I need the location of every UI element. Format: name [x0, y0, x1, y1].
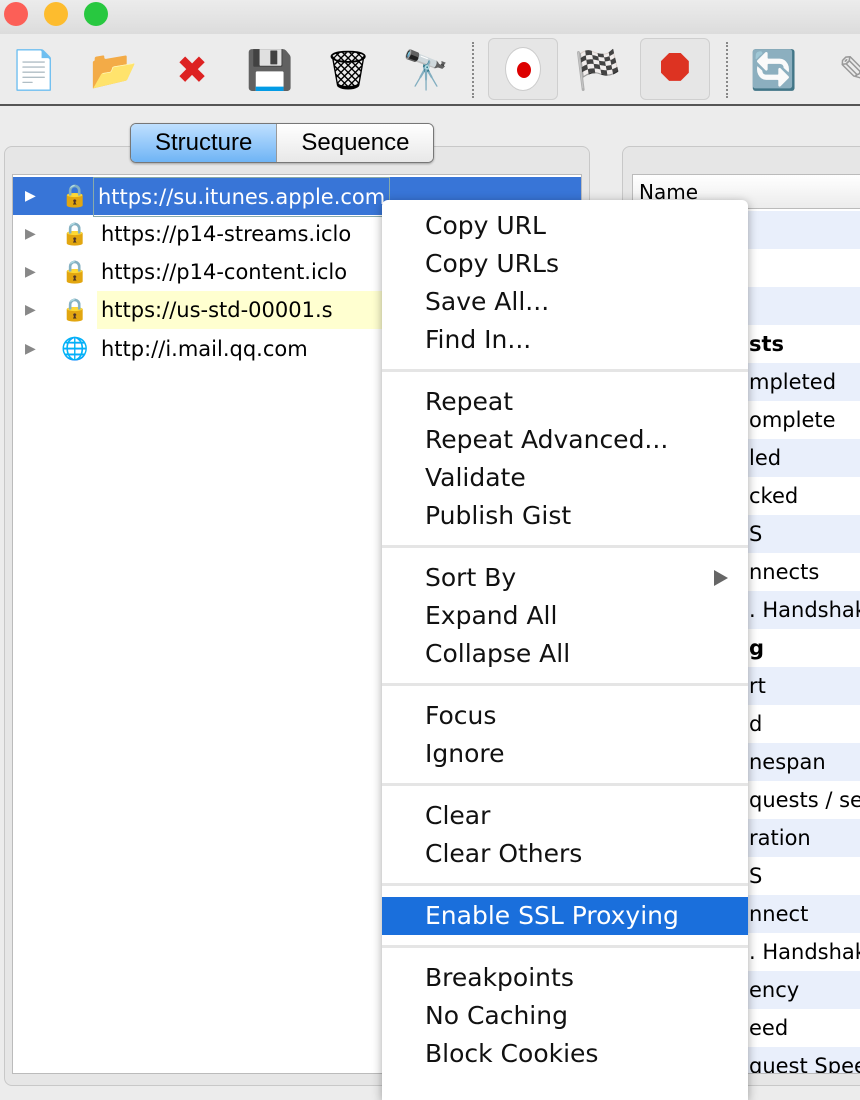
- menu-item-find-in[interactable]: Find In...: [382, 321, 748, 359]
- menu-separator: [382, 369, 748, 372]
- menu-separator: [382, 783, 748, 786]
- menu-item-clear[interactable]: Clear: [382, 797, 748, 835]
- toolbar-separator: [726, 42, 728, 98]
- menu-item-label: Validate: [425, 463, 526, 492]
- menu-item-label: Find In...: [425, 325, 532, 354]
- menu-separator: [382, 683, 748, 686]
- menu-item-label: Enable SSL Proxying: [425, 901, 679, 930]
- title-bar: [0, 0, 860, 34]
- menu-item-label: Publish Gist: [425, 501, 572, 530]
- menu-item-repeat[interactable]: Repeat: [382, 383, 748, 421]
- new-session-icon[interactable]: 📄: [6, 42, 62, 98]
- menu-item-no-caching[interactable]: No Caching: [382, 997, 748, 1035]
- menu-separator: [382, 945, 748, 948]
- checkered-flag-icon[interactable]: 🏁: [570, 42, 626, 98]
- tree-row-label: http://i.mail.qq.com: [101, 337, 308, 361]
- minimize-window-button[interactable]: [44, 2, 68, 26]
- menu-item-label: Copy URL: [425, 211, 546, 240]
- menu-item-repeat-advanced[interactable]: Repeat Advanced...: [382, 421, 748, 459]
- menu-item-focus[interactable]: Focus: [382, 697, 748, 735]
- menu-item-validate[interactable]: Validate: [382, 459, 748, 497]
- menu-item-label: Copy URLs: [425, 249, 559, 278]
- menu-item-block-cookies[interactable]: Block Cookies: [382, 1035, 748, 1073]
- menu-item-save-all[interactable]: Save All...: [382, 283, 748, 321]
- menu-item-label: Repeat: [425, 387, 514, 416]
- pencil-icon[interactable]: ✎: [826, 42, 860, 98]
- menu-item-expand-all[interactable]: Expand All: [382, 597, 748, 635]
- lock-icon: 🔒: [61, 298, 89, 323]
- save-icon[interactable]: 💾: [242, 42, 298, 98]
- menu-item-breakpoints[interactable]: Breakpoints: [382, 959, 748, 997]
- disclosure-triangle-icon[interactable]: ▶: [25, 253, 36, 291]
- disclosure-triangle-icon[interactable]: ▶: [25, 215, 36, 253]
- tree-row-label: https://p14-streams.iclo: [101, 222, 352, 246]
- menu-item-collapse-all[interactable]: Collapse All: [382, 635, 748, 673]
- tree-row-label: https://us-std-00001.s: [97, 291, 397, 329]
- trash-icon[interactable]: 🗑: [320, 42, 376, 98]
- lock-icon: 🔒: [61, 184, 89, 209]
- menu-item-label: Sort By: [425, 563, 517, 592]
- context-menu: Copy URL Copy URLs Save All... Find In... Re…: [382, 200, 748, 1100]
- globe-icon: 🌐: [61, 337, 89, 362]
- toolbar-separator: [472, 42, 474, 98]
- menu-item-label: Clear: [425, 801, 491, 830]
- menu-item-publish-gist[interactable]: Publish Gist: [382, 497, 748, 535]
- tab-structure[interactable]: Structure: [131, 124, 278, 162]
- disclosure-triangle-icon[interactable]: ▶: [25, 291, 36, 329]
- menu-item-sort-by[interactable]: Sort By: [382, 559, 748, 597]
- lock-icon: 🔒: [61, 222, 89, 247]
- menu-separator: [382, 545, 748, 548]
- disclosure-triangle-icon[interactable]: ▶: [25, 177, 36, 215]
- menu-item-ignore[interactable]: Ignore: [382, 735, 748, 773]
- menu-item-label: Breakpoints: [425, 963, 574, 992]
- menu-item-label: Repeat Advanced...: [425, 425, 669, 454]
- menu-item-label: No Caching: [425, 1001, 568, 1030]
- menu-item-label: Clear Others: [425, 839, 583, 868]
- tree-row-label: https://p14-content.iclo: [101, 260, 348, 284]
- binoculars-icon[interactable]: 🔭: [398, 42, 454, 98]
- submenu-arrow-icon: [714, 570, 728, 586]
- stop-icon[interactable]: ⯃: [640, 38, 710, 100]
- tab-sequence[interactable]: Sequence: [277, 124, 434, 162]
- menu-item-label: Collapse All: [425, 639, 571, 668]
- menu-item-label: Block Cookies: [425, 1039, 599, 1068]
- menu-item-copy-urls[interactable]: Copy URLs: [382, 245, 748, 283]
- menu-item-label: Expand All: [425, 601, 558, 630]
- toolbar: 📄 📂 ✖ 💾 🗑 🔭 🏁 ⯃ 🔄 ✎: [0, 34, 860, 106]
- menu-separator: [382, 883, 748, 886]
- menu-item-enable-ssl-proxying[interactable]: Enable SSL Proxying: [382, 897, 748, 935]
- record-icon[interactable]: [488, 38, 558, 100]
- menu-item-copy-url[interactable]: Copy URL: [382, 207, 748, 245]
- menu-item-label: Ignore: [425, 739, 505, 768]
- menu-item-label: Focus: [425, 701, 497, 730]
- lock-icon: 🔒: [61, 260, 89, 285]
- open-session-icon[interactable]: 📂: [86, 42, 142, 98]
- close-session-icon[interactable]: ✖: [164, 42, 220, 98]
- view-segmented-control: Structure Sequence: [130, 123, 435, 163]
- zoom-window-button[interactable]: [84, 2, 108, 26]
- menu-item-label: Save All...: [425, 287, 550, 316]
- tree-row-label: https://su.itunes.apple.com: [93, 177, 391, 217]
- disclosure-triangle-icon[interactable]: ▶: [25, 330, 36, 368]
- refresh-icon[interactable]: 🔄: [746, 42, 802, 98]
- menu-item-clear-others[interactable]: Clear Others: [382, 835, 748, 873]
- close-window-button[interactable]: [4, 2, 28, 26]
